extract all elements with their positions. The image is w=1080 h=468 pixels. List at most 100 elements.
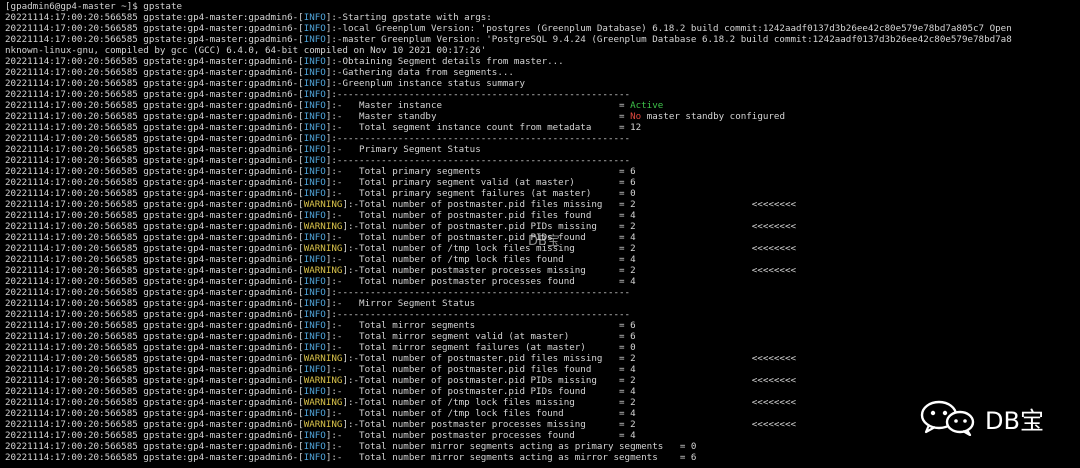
- terminal-line: 20221114:17:00:20:566585 gpstate:gp4-mas…: [5, 155, 1080, 166]
- terminal-line: 20221114:17:00:20:566585 gpstate:gp4-mas…: [5, 177, 1080, 188]
- terminal-line: 20221114:17:00:20:566585 gpstate:gp4-mas…: [5, 309, 1080, 320]
- line-text: ]:- Total number of /tmp lock files foun…: [325, 254, 636, 265]
- line-text: ]:- Total number of postmaster.pid files…: [325, 364, 636, 375]
- terminal-window[interactable]: [gpadmin6@gp4-master ~]$ gpstate 20221114…: [0, 0, 1080, 468]
- log-level-tag: INFO: [303, 166, 326, 177]
- line-text: ]:-Greenplum instance status summary: [325, 78, 525, 89]
- log-level-tag: WARNING: [303, 265, 343, 276]
- line-text: 20221114:17:00:20:566585 gpstate:gp4-mas…: [5, 430, 304, 441]
- line-text: ]:-Total number postmaster processes mis…: [342, 265, 797, 276]
- log-level-tag: WARNING: [303, 375, 343, 386]
- log-level-tag: INFO: [303, 452, 326, 463]
- terminal-line: 20221114:17:00:20:566585 gpstate:gp4-mas…: [5, 111, 1080, 122]
- line-text: ]:-Gathering data from segments...: [325, 67, 514, 78]
- log-level-tag: INFO: [303, 320, 326, 331]
- line-text: 20221114:17:00:20:566585 gpstate:gp4-mas…: [5, 122, 304, 133]
- line-text: 20221114:17:00:20:566585 gpstate:gp4-mas…: [5, 221, 304, 232]
- log-level-tag: INFO: [303, 89, 326, 100]
- line-text: ]:- Total number postmaster processes fo…: [325, 430, 636, 441]
- line-text: 20221114:17:00:20:566585 gpstate:gp4-mas…: [5, 386, 304, 397]
- log-level-tag: INFO: [303, 287, 326, 298]
- log-level-tag: WARNING: [303, 199, 343, 210]
- line-text: ]:- Master instance =: [325, 100, 631, 111]
- line-text: 20221114:17:00:20:566585 gpstate:gp4-mas…: [5, 133, 304, 144]
- watermark-logo: DB宝: [919, 400, 1044, 436]
- line-text: ]:- Total primary segments = 6: [325, 166, 636, 177]
- log-level-tag: INFO: [303, 12, 326, 23]
- log-level-tag: INFO: [303, 177, 326, 188]
- terminal-line: 20221114:17:00:20:566585 gpstate:gp4-mas…: [5, 254, 1080, 265]
- terminal-line: 20221114:17:00:20:566585 gpstate:gp4-mas…: [5, 276, 1080, 287]
- line-text: 20221114:17:00:20:566585 gpstate:gp4-mas…: [5, 353, 304, 364]
- status-value: Active: [630, 100, 664, 111]
- line-text: ]:- Total mirror segments = 6: [325, 320, 636, 331]
- terminal-line: 20221114:17:00:20:566585 gpstate:gp4-mas…: [5, 122, 1080, 133]
- watermark-text: DB宝: [528, 234, 560, 249]
- log-level-tag: INFO: [303, 254, 326, 265]
- line-text: 20221114:17:00:20:566585 gpstate:gp4-mas…: [5, 419, 304, 430]
- line-text: 20221114:17:00:20:566585 gpstate:gp4-mas…: [5, 309, 304, 320]
- terminal-line: 20221114:17:00:20:566585 gpstate:gp4-mas…: [5, 78, 1080, 89]
- line-text: 20221114:17:00:20:566585 gpstate:gp4-mas…: [5, 155, 304, 166]
- line-text: ]:- Total segment instance count from me…: [325, 122, 642, 133]
- line-text: 20221114:17:00:20:566585 gpstate:gp4-mas…: [5, 254, 304, 265]
- line-text: ]:- Total mirror segment failures (at ma…: [325, 342, 636, 353]
- terminal-line: 20221114:17:00:20:566585 gpstate:gp4-mas…: [5, 386, 1080, 397]
- log-level-tag: INFO: [303, 430, 326, 441]
- terminal-line: 20221114:17:00:20:566585 gpstate:gp4-mas…: [5, 56, 1080, 67]
- status-value: No: [630, 111, 642, 122]
- log-level-tag: WARNING: [303, 397, 343, 408]
- line-text: 20221114:17:00:20:566585 gpstate:gp4-mas…: [5, 210, 304, 221]
- line-text: 20221114:17:00:20:566585 gpstate:gp4-mas…: [5, 100, 304, 111]
- line-text: 20221114:17:00:20:566585 gpstate:gp4-mas…: [5, 452, 304, 463]
- line-text: ]:- Total number of postmaster.pid files…: [325, 210, 636, 221]
- line-text: ]:-master Greenplum Version: 'PostgreSQL…: [325, 34, 1012, 45]
- line-text: 20221114:17:00:20:566585 gpstate:gp4-mas…: [5, 12, 304, 23]
- terminal-line: 20221114:17:00:20:566585 gpstate:gp4-mas…: [5, 89, 1080, 100]
- terminal-line: 20221114:17:00:20:566585 gpstate:gp4-mas…: [5, 133, 1080, 144]
- terminal-line: 20221114:17:00:20:566585 gpstate:gp4-mas…: [5, 342, 1080, 353]
- line-text: 20221114:17:00:20:566585 gpstate:gp4-mas…: [5, 441, 304, 452]
- line-text: 20221114:17:00:20:566585 gpstate:gp4-mas…: [5, 320, 304, 331]
- line-text: ]:-Obtaining Segment details from master…: [325, 56, 564, 67]
- line-text: 20221114:17:00:20:566585 gpstate:gp4-mas…: [5, 276, 304, 287]
- line-text: 20221114:17:00:20:566585 gpstate:gp4-mas…: [5, 342, 304, 353]
- line-text: ]:-Total number of postmaster.pid PIDs m…: [342, 221, 797, 232]
- line-text: ]:-Total number of /tmp lock files missi…: [342, 243, 797, 254]
- log-level-tag: INFO: [303, 276, 326, 287]
- line-text: 20221114:17:00:20:566585 gpstate:gp4-mas…: [5, 408, 304, 419]
- log-level-tag: INFO: [303, 122, 326, 133]
- log-level-tag: INFO: [303, 210, 326, 221]
- line-text: 20221114:17:00:20:566585 gpstate:gp4-mas…: [5, 298, 304, 309]
- terminal-line: 20221114:17:00:20:566585 gpstate:gp4-mas…: [5, 287, 1080, 298]
- log-level-tag: INFO: [303, 23, 326, 34]
- terminal-line: 20221114:17:00:20:566585 gpstate:gp4-mas…: [5, 441, 1080, 452]
- line-text: 20221114:17:00:20:566585 gpstate:gp4-mas…: [5, 177, 304, 188]
- line-text: 20221114:17:00:20:566585 gpstate:gp4-mas…: [5, 199, 304, 210]
- terminal-line: [gpadmin6@gp4-master ~]$ gpstate: [5, 1, 1080, 12]
- log-level-tag: WARNING: [303, 221, 343, 232]
- terminal-line: 20221114:17:00:20:566585 gpstate:gp4-mas…: [5, 34, 1080, 45]
- log-level-tag: INFO: [303, 133, 326, 144]
- log-level-tag: INFO: [303, 78, 326, 89]
- line-text: 20221114:17:00:20:566585 gpstate:gp4-mas…: [5, 287, 304, 298]
- line-text: ]:-Starting gpstate with args:: [325, 12, 492, 23]
- line-text: ]:-local Greenplum Version: 'postgres (G…: [325, 23, 1012, 34]
- terminal-line: 20221114:17:00:20:566585 gpstate:gp4-mas…: [5, 188, 1080, 199]
- line-text: ]:- Total number of /tmp lock files foun…: [325, 408, 636, 419]
- line-text: ]:- Mirror Segment Status: [325, 298, 476, 309]
- line-text: ]:- Total number mirror segments acting …: [325, 441, 697, 452]
- line-text: ]:-Total number of postmaster.pid PIDs m…: [342, 375, 797, 386]
- line-text: 20221114:17:00:20:566585 gpstate:gp4-mas…: [5, 331, 304, 342]
- terminal-line: 20221114:17:00:20:566585 gpstate:gp4-mas…: [5, 67, 1080, 78]
- line-text: 20221114:17:00:20:566585 gpstate:gp4-mas…: [5, 397, 304, 408]
- line-text: 20221114:17:00:20:566585 gpstate:gp4-mas…: [5, 78, 304, 89]
- line-text: nknown-linux-gnu, compiled by gcc (GCC) …: [5, 45, 487, 56]
- log-level-tag: INFO: [303, 34, 326, 45]
- terminal-line: nknown-linux-gnu, compiled by gcc (GCC) …: [5, 45, 1080, 56]
- terminal-line: 20221114:17:00:20:566585 gpstate:gp4-mas…: [5, 331, 1080, 342]
- log-level-tag: INFO: [303, 232, 326, 243]
- line-text: ]:--------------------------------------…: [325, 309, 631, 320]
- terminal-line: 20221114:17:00:20:566585 gpstate:gp4-mas…: [5, 375, 1080, 386]
- terminal-line: 20221114:17:00:20:566585 gpstate:gp4-mas…: [5, 452, 1080, 463]
